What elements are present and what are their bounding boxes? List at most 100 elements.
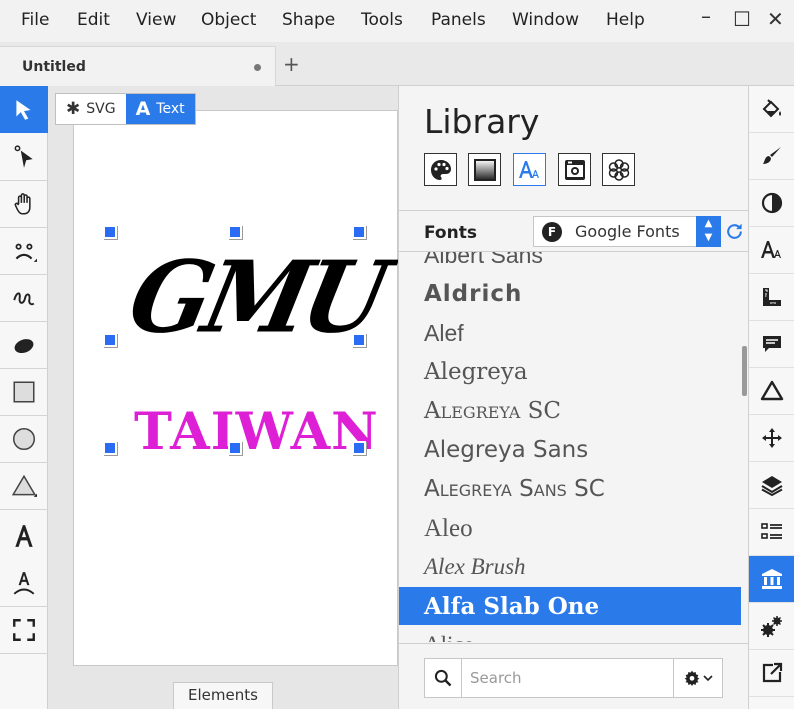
menu-view[interactable]: View (136, 10, 176, 30)
fonts-category-button[interactable] (513, 153, 546, 186)
blob-icon (14, 338, 34, 353)
close-button[interactable]: ✕ (767, 7, 784, 31)
document-tab-title: Untitled (22, 59, 86, 75)
font-list-item[interactable]: Alegreya Sans SC (399, 470, 741, 508)
rectangle-tool[interactable] (0, 368, 48, 415)
rectangle-icon (13, 380, 35, 403)
menu-bar: File Edit View Object Shape Tools Panels… (0, 0, 794, 42)
menu-window[interactable]: Window (512, 10, 579, 30)
handle-bottom-right[interactable] (352, 441, 366, 455)
handle-top-left[interactable] (103, 225, 117, 239)
handle-top-right[interactable] (352, 225, 366, 239)
search-input[interactable] (463, 659, 673, 697)
canvas-area[interactable]: GMU TAIWAN ✱ SVG A Text Elements (48, 86, 398, 709)
select-arrows-icon: ▲ ▼ (696, 216, 721, 247)
paint-bucket-icon (762, 99, 781, 118)
text-tool[interactable] (0, 512, 48, 559)
node-tool[interactable] (0, 133, 48, 180)
font-list-item[interactable]: Albert Sans (399, 252, 741, 274)
google-fonts-icon: F (542, 222, 562, 242)
geometry-panel-button[interactable] (749, 368, 794, 415)
menu-panels[interactable]: Panels (431, 10, 486, 30)
asterisk-icon: ✱ (66, 99, 81, 119)
menu-help[interactable]: Help (606, 10, 645, 30)
gmu-text-object[interactable]: GMU (120, 240, 393, 356)
add-tab-button[interactable]: + (283, 52, 300, 76)
export-icon (762, 662, 783, 683)
generators-panel-button[interactable] (749, 603, 794, 650)
handle-middle-left[interactable] (103, 333, 117, 347)
menu-shape[interactable]: Shape (282, 10, 335, 30)
font-list-item[interactable]: Alegreya Sans (399, 431, 741, 469)
minimize-button[interactable]: – (701, 4, 711, 28)
palette-category-button[interactable] (424, 153, 457, 186)
font-list-item-selected[interactable]: Alfa Slab One (399, 587, 741, 625)
transform-panel-button[interactable] (749, 415, 794, 462)
font-name: Alegreya Sans (424, 437, 589, 463)
select-tool[interactable] (0, 86, 48, 133)
export-panel-button[interactable] (749, 650, 794, 697)
svg-mode-button[interactable]: ✱ SVG (56, 94, 126, 124)
artboard[interactable]: GMU TAIWAN (73, 110, 398, 666)
layers-panel-button[interactable] (749, 462, 794, 509)
svg-mode-label: SVG (86, 101, 116, 117)
search-settings-button[interactable] (673, 659, 723, 697)
font-list[interactable]: Albert Sans Aldrich Alef Alegreya Alegre… (399, 252, 741, 642)
crop-tool[interactable] (0, 606, 48, 653)
ellipse-tool[interactable] (0, 415, 48, 462)
library-title: Library (424, 102, 540, 141)
text-mode-button[interactable]: A Text (125, 94, 195, 124)
text-on-path-tool[interactable] (0, 559, 48, 606)
document-tab[interactable]: Untitled (0, 46, 276, 86)
refresh-icon[interactable] (725, 222, 744, 241)
handle-bottom-center[interactable] (228, 441, 242, 455)
stroke-panel-button[interactable] (749, 133, 794, 180)
handle-middle-right[interactable] (352, 333, 366, 347)
left-toolbar (0, 86, 48, 709)
font-name: Alef (424, 320, 464, 346)
comments-panel-button[interactable] (749, 321, 794, 368)
font-list-scrollbar[interactable] (742, 346, 747, 396)
text-icon (15, 524, 33, 547)
font-list-item[interactable]: Aldrich (399, 275, 741, 313)
library-panel-button[interactable] (749, 556, 794, 603)
freehand-icon (13, 291, 35, 305)
font-source-select[interactable]: F Google Fonts ▲ ▼ (533, 216, 721, 247)
image-category-button[interactable] (558, 153, 591, 186)
font-list-item[interactable]: Alegreya SC (399, 392, 741, 430)
menu-edit[interactable]: Edit (77, 10, 110, 30)
menu-tools[interactable]: Tools (361, 10, 403, 30)
blob-tool[interactable] (0, 321, 48, 368)
font-name: Albert Sans (424, 252, 543, 268)
pattern-icon (608, 158, 629, 181)
font-list-item[interactable]: Alex Brush (399, 548, 741, 586)
elements-tab[interactable]: Elements (173, 682, 273, 709)
font-name: Alegreya (424, 359, 528, 385)
font-list-item[interactable]: Aleo (399, 509, 741, 547)
library-panel: Library Fonts F Google Fonts ▲ ▼ Albert S… (398, 86, 749, 709)
pan-tool[interactable] (0, 180, 48, 227)
handle-top-center[interactable] (228, 225, 242, 239)
font-list-item[interactable]: Alef (399, 314, 741, 352)
search-button[interactable] (425, 659, 462, 697)
compositing-panel-button[interactable] (749, 180, 794, 227)
handle-bottom-left[interactable] (103, 441, 117, 455)
font-name: Alegreya Sans SC (424, 476, 605, 502)
font-list-item[interactable]: Alegreya (399, 353, 741, 391)
maximize-button[interactable]: ☐ (733, 7, 751, 31)
menu-object[interactable]: Object (201, 10, 256, 30)
text-panel-button[interactable] (749, 227, 794, 274)
font-list-item[interactable]: Alice (399, 626, 741, 642)
pattern-category-button[interactable] (602, 153, 635, 186)
menu-file[interactable]: File (21, 10, 49, 30)
text-mode-label: Text (156, 101, 185, 117)
gradient-category-button[interactable] (468, 153, 501, 186)
fill-panel-button[interactable] (749, 86, 794, 133)
freehand-tool[interactable] (0, 274, 48, 321)
elements-panel-button[interactable] (749, 509, 794, 556)
face-tool[interactable] (0, 227, 48, 274)
frame-corners-icon (13, 618, 35, 641)
polygon-tool[interactable] (0, 462, 48, 509)
dimensions-panel-button[interactable] (749, 274, 794, 321)
taiwan-text-object[interactable]: TAIWAN (134, 407, 379, 458)
